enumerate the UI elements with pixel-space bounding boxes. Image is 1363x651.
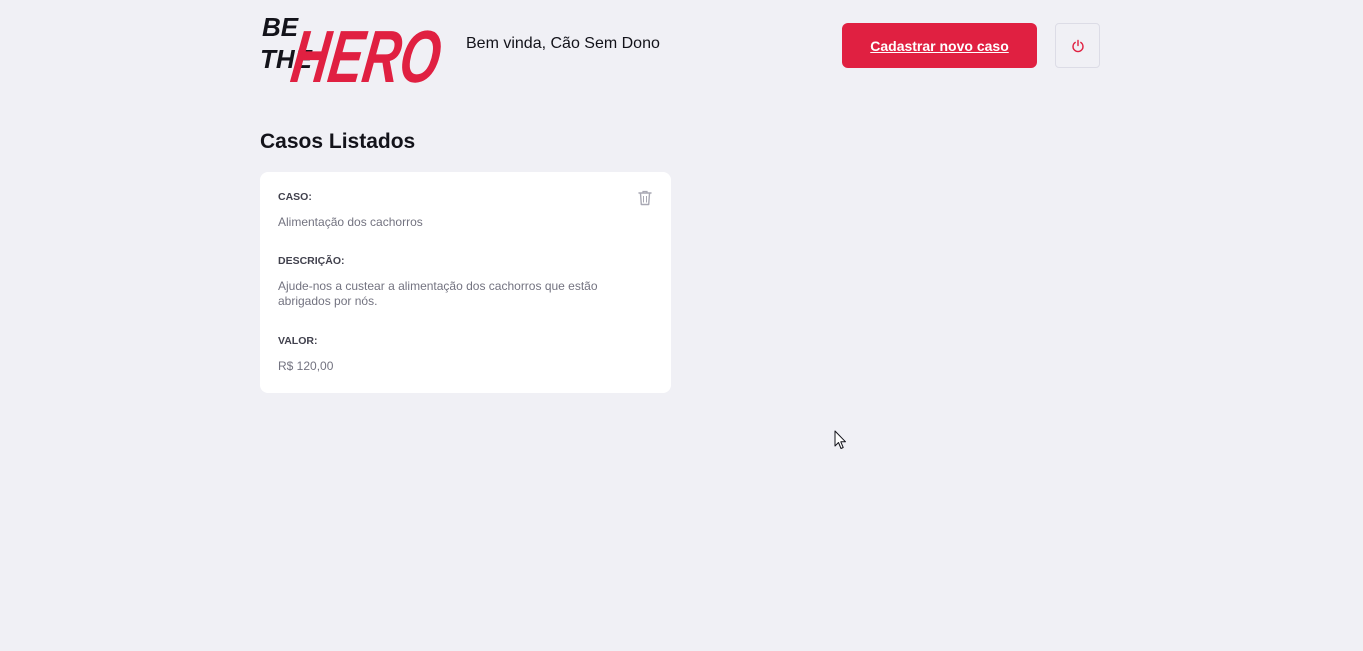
page-title: Casos Listados bbox=[260, 130, 416, 153]
trash-icon bbox=[638, 190, 652, 206]
delete-case-button[interactable] bbox=[637, 190, 653, 208]
description-label: DESCRIÇÃO: bbox=[278, 255, 345, 267]
new-case-button[interactable]: Cadastrar novo caso bbox=[842, 23, 1037, 68]
case-description: Ajude-nos a custear a alimentação dos ca… bbox=[278, 279, 598, 308]
logo-line-1: BE bbox=[262, 12, 299, 42]
case-card: CASO: Alimentação dos cachorros DESCRIÇÃ… bbox=[260, 172, 671, 393]
value-label: VALOR: bbox=[278, 335, 318, 347]
be-the-hero-logo: BE THE HERO bbox=[260, 12, 447, 86]
mouse-cursor-icon bbox=[834, 430, 846, 449]
logo-hero-word: HERO bbox=[287, 15, 447, 86]
power-icon bbox=[1071, 39, 1084, 52]
case-value: R$ 120,00 bbox=[278, 359, 334, 373]
welcome-message: Bem vinda, Cão Sem Dono bbox=[466, 35, 660, 52]
logout-button[interactable] bbox=[1055, 23, 1100, 68]
app-root: BE THE HERO Bem vinda, Cão Sem Dono Cada… bbox=[0, 0, 1363, 651]
case-label: CASO: bbox=[278, 191, 312, 203]
case-title: Alimentação dos cachorros bbox=[278, 215, 423, 229]
header: BE THE HERO Bem vinda, Cão Sem Dono Cada… bbox=[260, 0, 1100, 90]
